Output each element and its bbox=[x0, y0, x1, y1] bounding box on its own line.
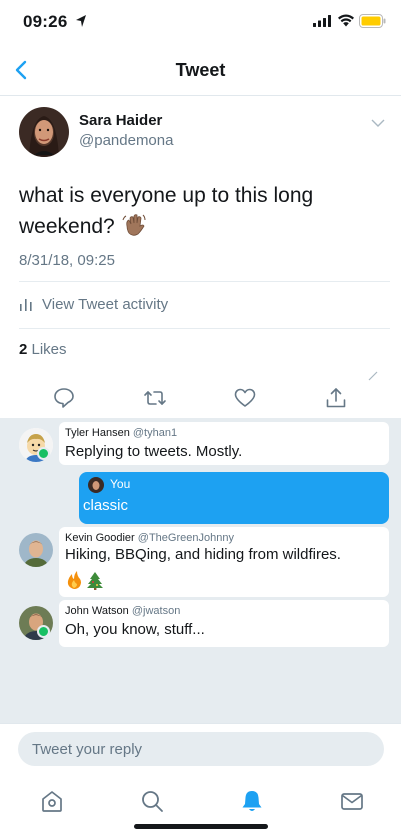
fire-emoji bbox=[67, 571, 103, 590]
author-avatar[interactable] bbox=[19, 107, 69, 157]
avatar[interactable] bbox=[19, 533, 53, 567]
home-icon[interactable] bbox=[39, 788, 65, 814]
wifi-icon bbox=[338, 14, 354, 27]
page-title: Tweet bbox=[175, 60, 226, 80]
like-icon[interactable] bbox=[233, 386, 257, 410]
view-activity-link[interactable]: View Tweet activity bbox=[19, 294, 168, 314]
likes-count[interactable]: 2 Likes bbox=[19, 341, 67, 358]
message-author-name: You bbox=[110, 477, 131, 491]
reply-input[interactable] bbox=[18, 732, 384, 766]
search-icon[interactable] bbox=[139, 788, 165, 814]
message-text: Replying to tweets. Mostly. bbox=[65, 443, 243, 460]
tweet-text: what is everyone up to this long weekend… bbox=[19, 180, 379, 242]
view-activity-label: View Tweet activity bbox=[42, 295, 169, 313]
nav-bar: Tweet bbox=[0, 44, 401, 96]
divider bbox=[19, 328, 390, 329]
home-indicator bbox=[134, 824, 268, 829]
message-text: Oh, you know, stuff... bbox=[65, 621, 205, 638]
tweet-timestamp: 8/31/18, 09:25 bbox=[19, 252, 115, 269]
message-bubble[interactable]: Tyler Hansen @tyhan1 Replying to tweets.… bbox=[59, 422, 389, 465]
own-message-bubble[interactable]: You classic bbox=[79, 472, 389, 524]
bar-chart-icon bbox=[20, 299, 32, 311]
likes-label: Likes bbox=[27, 341, 67, 358]
message-author: Tyler Hansen @tyhan1 bbox=[65, 427, 177, 439]
message-author-handle: @tyhan1 bbox=[132, 427, 178, 439]
location-arrow-icon bbox=[76, 15, 86, 27]
status-time: 09:26 bbox=[23, 12, 68, 31]
message-author-handle: @jwatson bbox=[131, 605, 181, 617]
tweet-actions bbox=[0, 378, 401, 418]
online-indicator bbox=[37, 625, 50, 638]
message-author-name: John Watson bbox=[65, 605, 129, 617]
message-text: Hiking, BBQing, and hiding from wildfire… bbox=[65, 546, 341, 563]
battery-icon bbox=[359, 14, 386, 28]
message-bubble[interactable]: John Watson @jwatson Oh, you know, stuff… bbox=[59, 600, 389, 647]
notifications-icon[interactable] bbox=[239, 788, 265, 814]
message-author: John Watson @jwatson bbox=[65, 605, 180, 617]
message-author-handle: @TheGreenJohnny bbox=[137, 532, 234, 544]
status-bar: 09:26 bbox=[0, 0, 401, 44]
avatar bbox=[88, 477, 104, 493]
divider bbox=[0, 366, 401, 367]
waving-hand-emoji bbox=[122, 214, 146, 236]
message-author: Kevin Goodier @TheGreenJohnny bbox=[65, 532, 234, 544]
chevron-down-icon[interactable] bbox=[370, 117, 386, 129]
author-name[interactable]: Sara Haider bbox=[79, 112, 162, 129]
retweet-icon[interactable] bbox=[143, 386, 167, 410]
message-author-name: Tyler Hansen bbox=[65, 427, 130, 439]
share-icon[interactable] bbox=[324, 386, 348, 410]
divider bbox=[19, 281, 390, 282]
online-indicator bbox=[37, 447, 50, 460]
reply-icon[interactable] bbox=[52, 386, 76, 410]
messages-icon[interactable] bbox=[339, 788, 365, 814]
author-handle[interactable]: @pandemona bbox=[79, 132, 173, 149]
message-bubble[interactable]: Kevin Goodier @TheGreenJohnny Hiking, BB… bbox=[59, 527, 389, 597]
message-author-name: Kevin Goodier bbox=[65, 532, 135, 544]
tree-emoji bbox=[87, 572, 103, 590]
message-text: classic bbox=[83, 497, 129, 514]
reply-composer bbox=[0, 723, 401, 773]
tweet-text-body: what is everyone up to this long weekend… bbox=[19, 184, 314, 238]
cellular-signal-icon bbox=[313, 15, 331, 27]
